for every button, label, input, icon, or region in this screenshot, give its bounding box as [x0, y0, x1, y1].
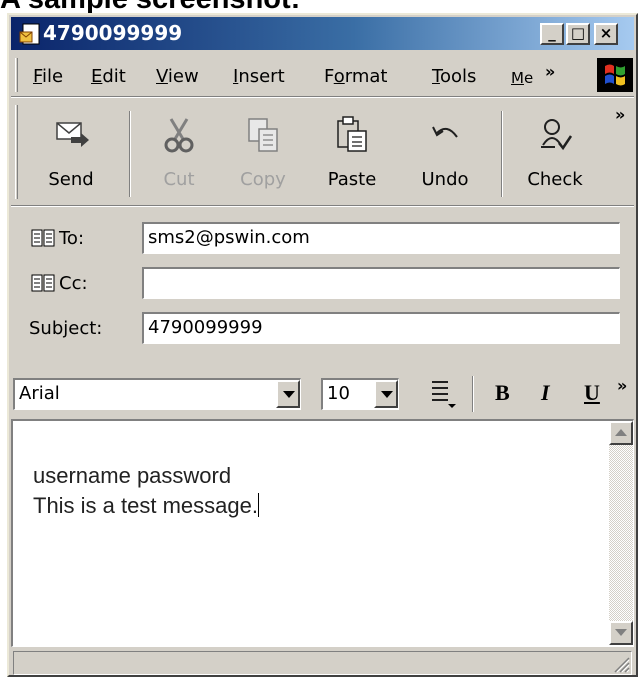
message-body[interactable]: username password This is a test message…	[11, 419, 634, 647]
menu-edit-key: E	[91, 66, 103, 87]
font-size-value: 10	[327, 383, 350, 404]
paste-button[interactable]: Paste	[316, 115, 388, 190]
menu-format-key: o	[333, 66, 345, 87]
font-name-select[interactable]: Arial	[13, 378, 301, 410]
maximize-button[interactable]: □	[566, 23, 590, 45]
check-names-icon	[541, 119, 573, 151]
arrow-down-icon	[615, 629, 627, 636]
status-bar	[11, 651, 634, 677]
chevron-down-icon[interactable]	[374, 380, 398, 408]
menu-format[interactable]: Format	[324, 66, 387, 87]
message-text: username password This is a test message…	[33, 461, 259, 521]
send-icon	[56, 122, 89, 147]
underline-button[interactable]: U	[584, 380, 600, 406]
menu-insert[interactable]: Insert	[233, 66, 285, 87]
format-separator	[472, 376, 474, 412]
address-book-icon	[31, 274, 55, 292]
cc-label: Cc:	[59, 273, 88, 294]
copy-button[interactable]: Copy	[230, 115, 296, 190]
line-spacing-icon[interactable]	[428, 378, 458, 410]
message-window: 4790099999 _ □ × File Edit View Insert F…	[7, 13, 638, 677]
vertical-scrollbar[interactable]	[609, 421, 633, 645]
undo-icon	[432, 126, 458, 138]
menubar-separator	[11, 96, 634, 98]
menu-message-rest: e	[523, 69, 534, 87]
menu-edit[interactable]: Edit	[91, 66, 126, 87]
resize-grip-icon[interactable]	[612, 655, 630, 673]
arrow-up-icon	[615, 429, 627, 436]
menu-view-rest: iew	[167, 66, 199, 87]
maximize-icon: □	[570, 24, 586, 42]
to-label: To:	[59, 228, 85, 249]
page-caption: A sample screenshot:	[0, 0, 300, 15]
copy-icon	[248, 118, 278, 152]
minimize-icon: _	[548, 24, 556, 42]
message-line: username password	[33, 463, 232, 488]
scissors-icon	[164, 118, 194, 153]
menu-message-key: M	[511, 69, 524, 87]
menu-tools[interactable]: Tools	[432, 66, 476, 87]
title-bar[interactable]: 4790099999 _ □ ×	[11, 17, 634, 50]
message-line: This is a test message.	[33, 491, 259, 521]
close-icon: ×	[599, 24, 613, 42]
menu-edit-rest: dit	[102, 66, 126, 87]
text-caret	[257, 493, 259, 517]
menu-view-key: V	[156, 66, 168, 87]
subject-label: Subject:	[29, 318, 103, 339]
to-field[interactable]: sms2@pswin.com	[142, 222, 620, 254]
standard-toolbar: Send Cut Copy Paste Undo Check »	[11, 99, 634, 205]
toolbar-separator	[11, 205, 634, 207]
check-label: Check	[527, 169, 583, 190]
paste-label: Paste	[327, 169, 377, 190]
windows-logo-icon	[597, 58, 633, 92]
undo-label: Undo	[421, 169, 469, 190]
menu-file-key: F	[33, 66, 43, 87]
toolbar-overflow-chevron[interactable]: »	[615, 105, 625, 124]
toolbar-separator-2	[501, 111, 503, 197]
menu-format-pre: F	[324, 66, 334, 87]
cut-button[interactable]: Cut	[146, 115, 212, 190]
check-names-button[interactable]: Check	[516, 115, 594, 190]
message-line-text: This is a test message.	[33, 493, 258, 518]
chevron-down-icon[interactable]	[276, 380, 300, 408]
send-label: Send	[48, 169, 94, 190]
bold-button[interactable]: B	[495, 380, 510, 406]
address-book-icon	[31, 229, 55, 247]
menu-tools-key: T	[432, 66, 440, 87]
close-button[interactable]: ×	[594, 23, 618, 45]
envelope-doc-icon	[19, 23, 40, 45]
italic-button[interactable]: I	[541, 380, 550, 406]
menu-insert-rest: nsert	[238, 66, 285, 87]
undo-button[interactable]: Undo	[409, 115, 481, 190]
menu-view[interactable]: View	[156, 66, 199, 87]
menubar-overflow-chevron[interactable]: »	[545, 62, 555, 81]
subject-field[interactable]: 4790099999	[142, 312, 620, 344]
window-title: 4790099999	[43, 21, 183, 45]
cut-label: Cut	[163, 169, 195, 190]
menu-format-rest: rmat	[344, 66, 388, 87]
scroll-up-button[interactable]	[609, 421, 633, 445]
font-size-select[interactable]: 10	[321, 378, 399, 410]
menu-file-rest: ile	[42, 66, 64, 87]
minimize-button[interactable]: _	[540, 23, 564, 45]
format-overflow-chevron[interactable]: »	[617, 376, 627, 395]
to-label-button[interactable]: To:	[31, 228, 84, 249]
menu-tools-rest: ools	[439, 66, 477, 87]
cc-field[interactable]	[142, 267, 620, 299]
paste-icon	[337, 116, 367, 152]
cc-label-button[interactable]: Cc:	[31, 273, 88, 294]
copy-label: Copy	[240, 169, 286, 190]
menubar-grip[interactable]	[15, 58, 18, 92]
toolbar-grip[interactable]	[15, 105, 18, 199]
scroll-down-button[interactable]	[609, 621, 633, 645]
status-pane	[13, 651, 632, 675]
toolbar-separator-1	[129, 111, 131, 197]
menu-bar: File Edit View Insert Format Tools Me »	[11, 52, 634, 96]
formatting-toolbar: Arial 10 B I U »	[11, 370, 634, 418]
menu-file[interactable]: File	[33, 66, 63, 87]
send-button[interactable]: Send	[33, 115, 109, 190]
menu-message[interactable]: Me	[511, 69, 533, 87]
font-name-value: Arial	[19, 383, 60, 404]
